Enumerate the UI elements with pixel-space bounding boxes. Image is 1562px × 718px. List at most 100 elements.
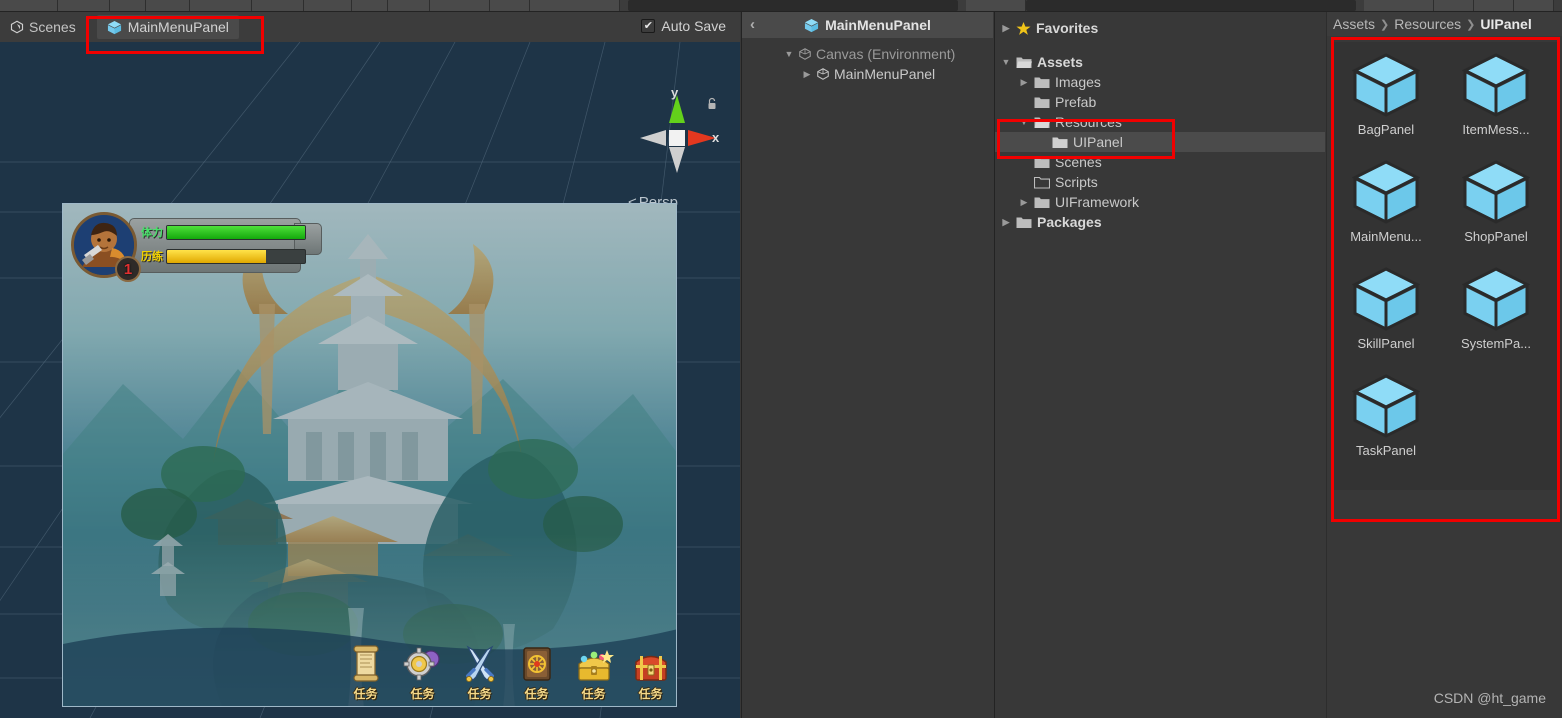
tree-row-scripts[interactable]: Scripts [995, 172, 1325, 192]
tree-row-prefab[interactable]: Prefab [995, 92, 1325, 112]
tree-row-label: Scripts [1055, 174, 1098, 190]
tree-row-label: Assets [1037, 54, 1083, 70]
top-toolbar-strip [0, 0, 1562, 12]
unity-logo-icon [10, 20, 24, 34]
expand-triangle-icon[interactable]: ▼ [784, 49, 794, 59]
auto-save-label: Auto Save [661, 18, 726, 34]
tree-row-label: Prefab [1055, 94, 1097, 110]
expand-triangle-icon[interactable]: ▶ [1019, 77, 1029, 88]
crossed-swords-icon [465, 645, 494, 683]
action-label-swords: 任务 [467, 687, 492, 701]
hierarchy-back-button[interactable]: ‹ [750, 16, 755, 33]
unity-editor-window: Scenes MainMenuPanel ✔ Auto Save y x 体力 … [0, 0, 1562, 718]
lock-icon[interactable] [706, 97, 718, 111]
prefab-cube-icon [1462, 53, 1530, 117]
tree-row-resources[interactable]: ▼ Resources [995, 112, 1325, 132]
prefab-cube-icon [1352, 374, 1420, 438]
folder-icon [1034, 157, 1050, 168]
folder-icon [1016, 217, 1032, 228]
action-label-scroll: 任务 [353, 687, 378, 701]
action-button-book[interactable]: 任务 [515, 644, 558, 702]
hierarchy-header: ‹ MainMenuPanel [742, 12, 993, 38]
tree-row-packages[interactable]: ▶ Packages [995, 212, 1325, 232]
hierarchy-row-label: MainMenuPanel [834, 66, 936, 82]
asset-item-mainmenupanel[interactable]: MainMenu... [1331, 159, 1441, 244]
tree-row-assets[interactable]: ▼ Assets [995, 52, 1325, 72]
tree-row-uipanel[interactable]: UIPanel [995, 132, 1325, 152]
hp-bar-row: 体力 [141, 224, 306, 240]
breadcrumb-separator-icon: ❯ [1466, 18, 1476, 31]
asset-label: TaskPanel [1356, 443, 1416, 458]
xp-bar-track [166, 248, 306, 264]
asset-grid: BagPanel ItemMess... MainMenu... ShopPan… [1331, 42, 1560, 490]
treasure-chest-gold-icon [577, 650, 614, 681]
folder-open-icon [1016, 57, 1032, 68]
hierarchy-row-label: Canvas (Environment) [816, 46, 956, 62]
asset-item-skillpanel[interactable]: SkillPanel [1331, 266, 1441, 351]
action-button-gears[interactable]: 任务 [401, 644, 444, 702]
tree-row-label: Favorites [1036, 20, 1099, 36]
prefab-cube-icon [1352, 267, 1420, 331]
breadcrumb: Assets ❯ Resources ❯ UIPanel [1327, 12, 1562, 36]
breadcrumb-resources[interactable]: Resources [1394, 16, 1461, 32]
project-folder-tree: ▶ Favorites ▼ Assets ▶ Images Prefab ▼ R… [995, 12, 1325, 718]
gameobject-cube-icon [799, 48, 811, 60]
tab-mainmenupanel-label: MainMenuPanel [127, 19, 229, 35]
asset-item-bagpanel[interactable]: BagPanel [1331, 52, 1441, 137]
asset-label: ItemMess... [1462, 122, 1530, 137]
folder-empty-icon [1034, 176, 1050, 189]
scroll-icon [352, 645, 379, 682]
expand-triangle-icon[interactable]: ▶ [802, 69, 812, 80]
action-label-chest: 任务 [638, 687, 663, 701]
expand-triangle-icon[interactable]: ▼ [1001, 57, 1011, 67]
tree-row-label: Images [1055, 74, 1101, 90]
tree-row-label: Resources [1055, 114, 1122, 130]
tree-row-label: Scenes [1055, 154, 1102, 170]
action-button-treasure[interactable]: 任务 [572, 644, 615, 702]
game-canvas-render[interactable]: 体力 历练 1 任务 任务 任务 任务 任务 任务 [62, 203, 677, 707]
star-icon [1016, 21, 1031, 35]
asset-item-systempanel[interactable]: SystemPa... [1441, 266, 1551, 351]
action-label-gears: 任务 [410, 687, 435, 701]
tree-row-uiframework[interactable]: ▶ UIFramework [995, 192, 1325, 212]
hp-bar-fill [167, 225, 305, 239]
folder-icon [1034, 197, 1050, 208]
hierarchy-row-mainmenupanel[interactable]: ▶ MainMenuPanel [742, 64, 993, 84]
gizmo-y-label: y [671, 85, 679, 100]
scene-orientation-gizmo[interactable]: y x [636, 85, 720, 177]
book-icon [522, 647, 551, 681]
expand-triangle-icon[interactable]: ▶ [1001, 23, 1011, 34]
breadcrumb-assets[interactable]: Assets [1333, 16, 1375, 32]
breadcrumb-separator-icon: ❯ [1380, 18, 1390, 31]
gameobject-cube-icon [817, 68, 829, 80]
tree-row-scenes[interactable]: Scenes [995, 152, 1325, 172]
asset-label: SkillPanel [1357, 336, 1415, 351]
xp-bar-row: 历练 [141, 248, 306, 264]
expand-triangle-icon[interactable]: ▼ [1019, 117, 1029, 127]
tab-scenes[interactable]: Scenes [0, 12, 86, 42]
action-bar: 任务 任务 任务 任务 任务 任务 [344, 644, 672, 702]
action-button-chest[interactable]: 任务 [629, 644, 672, 702]
auto-save-toggle[interactable]: ✔ Auto Save [641, 18, 726, 34]
prefab-cube-icon [1462, 267, 1530, 331]
hierarchy-panel: ‹ MainMenuPanel ▼ Canvas (Environment) ▶… [741, 12, 993, 718]
asset-item-shoppanel[interactable]: ShopPanel [1441, 159, 1551, 244]
hierarchy-row-canvas[interactable]: ▼ Canvas (Environment) [742, 44, 993, 64]
action-button-scroll[interactable]: 任务 [344, 644, 387, 702]
asset-label: BagPanel [1357, 122, 1415, 137]
expand-triangle-icon[interactable]: ▶ [1019, 197, 1029, 208]
action-button-swords[interactable]: 任务 [458, 644, 501, 702]
tab-mainmenupanel-prefab[interactable]: MainMenuPanel [96, 15, 239, 39]
auto-save-checkbox[interactable]: ✔ [641, 19, 656, 33]
asset-item-taskpanel[interactable]: TaskPanel [1331, 373, 1441, 458]
tree-row-images[interactable]: ▶ Images [995, 72, 1325, 92]
tree-row-favorites[interactable]: ▶ Favorites [995, 18, 1325, 38]
asset-item-itemmessage[interactable]: ItemMess... [1441, 52, 1551, 137]
watermark: CSDN @ht_game [1433, 690, 1546, 706]
expand-triangle-icon[interactable]: ▶ [1001, 217, 1011, 228]
tree-row-label: Packages [1037, 214, 1102, 230]
action-label-book: 任务 [524, 687, 549, 701]
gizmo-x-label: x [712, 130, 720, 145]
scene-viewport[interactable]: y x < Persp [0, 42, 740, 718]
